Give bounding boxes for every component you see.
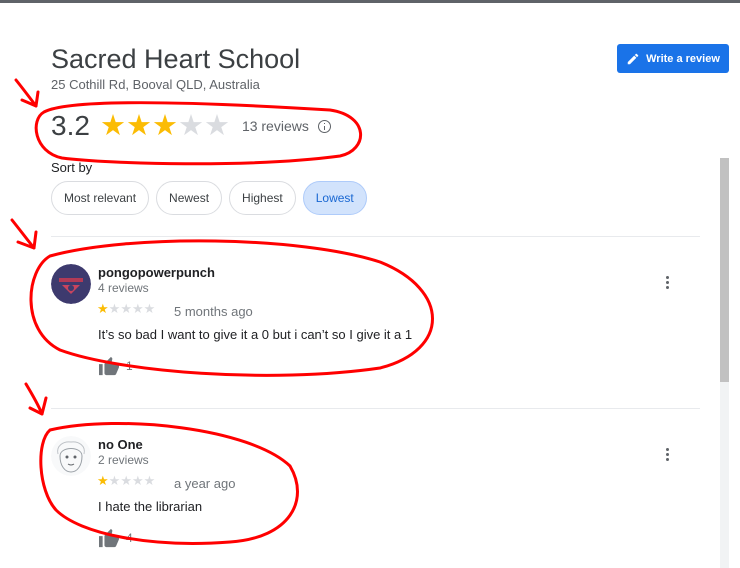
window-top-border bbox=[0, 0, 740, 3]
reviewer-name[interactable]: no One bbox=[98, 437, 143, 452]
scrollbar-thumb[interactable] bbox=[720, 158, 729, 382]
place-title: Sacred Heart School bbox=[51, 44, 301, 74]
avatar[interactable] bbox=[51, 436, 91, 476]
rating-stars: ★ ★ ★ ★ ★ bbox=[99, 109, 230, 142]
annotation-arrow-rating bbox=[14, 78, 40, 108]
star-empty-icon: ★ bbox=[177, 109, 204, 142]
star-empty-icon: ★ bbox=[131, 473, 144, 488]
star-empty-icon: ★ bbox=[131, 301, 144, 316]
rating-summary: 3.2 ★ ★ ★ ★ ★ 13 reviews bbox=[51, 108, 331, 144]
divider bbox=[51, 408, 700, 409]
sort-chips: Most relevant Newest Highest Lowest bbox=[51, 181, 367, 215]
review-stars: ★ ★ ★ ★ ★ bbox=[97, 302, 155, 316]
avatar-image bbox=[51, 436, 91, 476]
star-empty-icon: ★ bbox=[143, 301, 156, 316]
more-vert-icon bbox=[665, 275, 669, 279]
star-empty-icon: ★ bbox=[120, 473, 132, 488]
like-count: 4 bbox=[126, 531, 133, 545]
annotation-arrow-review-1 bbox=[10, 218, 38, 250]
thumb-up-icon bbox=[99, 356, 119, 376]
like-count: 1 bbox=[126, 359, 133, 373]
like-button[interactable]: 4 bbox=[98, 528, 133, 548]
write-review-label: Write a review bbox=[646, 52, 720, 65]
reviewer-name[interactable]: pongopowerpunch bbox=[98, 265, 215, 280]
like-button[interactable]: 1 bbox=[98, 356, 133, 376]
more-options-button[interactable] bbox=[657, 444, 677, 464]
more-vert-icon bbox=[665, 447, 669, 451]
star-filled-icon: ★ bbox=[97, 473, 109, 488]
place-address: 25 Cothill Rd, Booval QLD, Australia bbox=[51, 77, 260, 92]
star-filled-icon: ★ bbox=[97, 301, 109, 316]
star-empty-icon: ★ bbox=[108, 473, 121, 488]
review-text: It’s so bad I want to give it a 0 but i … bbox=[98, 327, 413, 342]
star-empty-icon: ★ bbox=[120, 301, 132, 316]
avatar-image bbox=[51, 264, 91, 304]
reviews-count-link[interactable]: 13 reviews bbox=[242, 118, 309, 134]
review-item: no One 2 reviews ★ ★ ★ ★ ★ a year ago I hate… bbox=[51, 436, 691, 556]
more-options-button[interactable] bbox=[657, 272, 677, 292]
star-empty-icon: ★ bbox=[203, 109, 230, 142]
review-date: 5 months ago bbox=[174, 304, 253, 319]
star-empty-icon: ★ bbox=[143, 473, 156, 488]
star-filled-icon: ★ bbox=[151, 109, 178, 142]
sort-chip-newest[interactable]: Newest bbox=[156, 181, 223, 215]
reviewer-review-count: 4 reviews bbox=[98, 281, 149, 295]
sort-chip-highest[interactable]: Highest bbox=[229, 181, 296, 215]
annotation-arrow-review-2 bbox=[24, 382, 48, 416]
sort-chip-most-relevant[interactable]: Most relevant bbox=[51, 181, 150, 215]
write-review-button[interactable]: Write a review bbox=[617, 44, 729, 73]
divider bbox=[51, 236, 700, 237]
star-filled-icon: ★ bbox=[125, 109, 152, 142]
thumb-up-icon bbox=[99, 528, 119, 548]
review-item: pongopowerpunch 4 reviews ★ ★ ★ ★ ★ 5 months… bbox=[51, 264, 691, 384]
review-text: I hate the librarian bbox=[98, 499, 203, 514]
reviewer-review-count: 2 reviews bbox=[98, 453, 149, 467]
star-filled-icon: ★ bbox=[99, 109, 126, 142]
star-empty-icon: ★ bbox=[108, 301, 121, 316]
info-icon[interactable] bbox=[317, 119, 331, 133]
review-date: a year ago bbox=[174, 476, 236, 491]
sort-chip-lowest[interactable]: Lowest bbox=[302, 181, 367, 215]
sort-label: Sort by bbox=[51, 160, 93, 175]
avatar[interactable] bbox=[51, 264, 91, 304]
rating-value: 3.2 bbox=[51, 110, 90, 141]
pencil-icon bbox=[627, 53, 639, 64]
review-stars: ★ ★ ★ ★ ★ bbox=[97, 474, 155, 488]
